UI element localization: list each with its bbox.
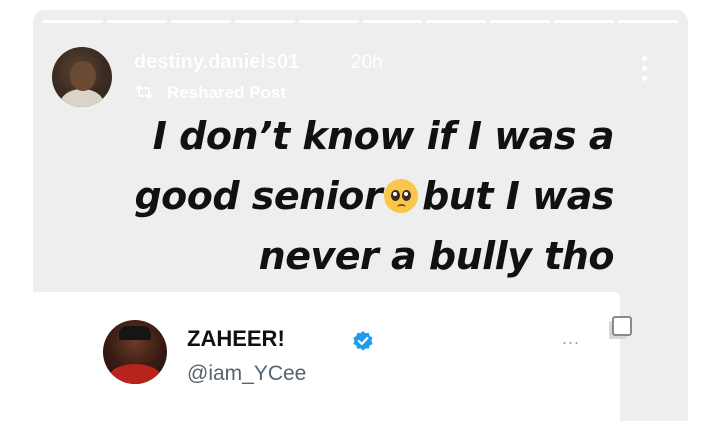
verified-badge-icon [353, 331, 373, 351]
progress-segment [43, 20, 103, 23]
caption-line-3: never a bully tho [258, 234, 615, 278]
more-options-icon[interactable] [639, 56, 649, 86]
story-username[interactable]: destiny.daniels01 [134, 51, 299, 74]
pleading-face-emoji-icon [384, 179, 419, 213]
progress-segment [170, 20, 231, 23]
progress-segment [106, 20, 167, 23]
caption-line-1: I don’t know if I was a [152, 114, 615, 158]
tweet-more-icon[interactable]: ... [562, 328, 580, 349]
tweet-avatar[interactable] [103, 320, 167, 384]
progress-segment [362, 20, 423, 23]
select-checkbox[interactable] [612, 316, 632, 336]
tweet-avatar-cap [119, 326, 151, 340]
reshared-post-label: Reshared Post [167, 83, 287, 102]
story-caption: I don’t know if I was a good senior but I… [30, 106, 614, 286]
avatar-face [70, 61, 96, 91]
progress-segment [490, 20, 551, 23]
caption-line-2: good senior but I was [30, 166, 614, 226]
progress-segment [298, 20, 359, 23]
progress-segment [426, 20, 487, 23]
progress-segment [618, 20, 679, 23]
progress-segment [234, 20, 295, 23]
tweet-display-name[interactable]: ZAHEER! [187, 326, 285, 352]
user-avatar[interactable] [52, 47, 112, 107]
caption-line-2-start: good senior [134, 174, 383, 218]
reshare-icon [135, 85, 153, 99]
story-progress-bar [43, 20, 679, 23]
tweet-handle[interactable]: @iam_YCee [187, 362, 306, 386]
story-timestamp: 20h [351, 52, 383, 73]
progress-segment [554, 20, 615, 23]
avatar-shirt [60, 89, 104, 107]
caption-line-2-end: but I was [422, 174, 614, 218]
tweet-avatar-body [109, 364, 161, 384]
embedded-tweet-card[interactable]: ZAHEER! @iam_YCee ... [30, 292, 632, 432]
